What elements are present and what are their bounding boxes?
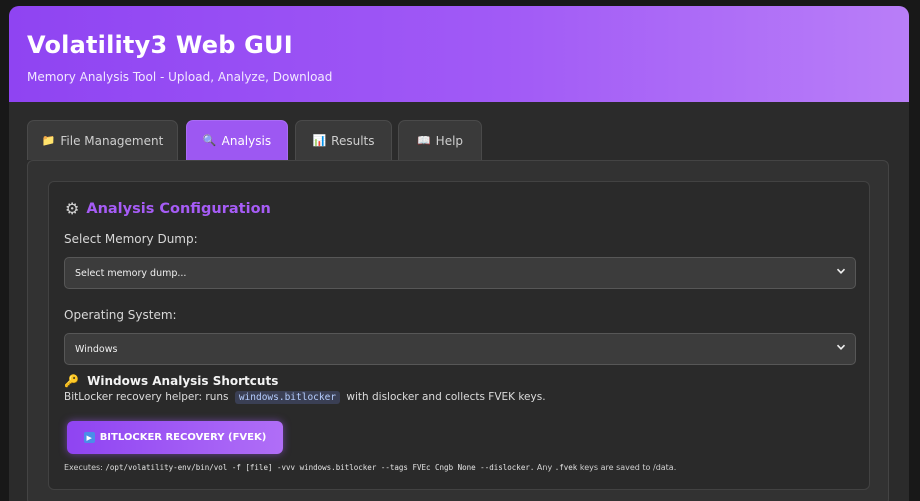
exec-command: /opt/volatility-env/bin/vol -f [file] -v… bbox=[105, 463, 535, 472]
section-title-text: Analysis Configuration bbox=[86, 200, 271, 217]
exec-mid: Any bbox=[536, 463, 553, 472]
app-window: Volatility3 Web GUI Memory Analysis Tool… bbox=[9, 6, 909, 501]
tab-label: Analysis bbox=[221, 133, 272, 148]
tab-results[interactable]: 📊 Results bbox=[295, 120, 392, 160]
tab-help[interactable]: 📖 Help bbox=[398, 120, 482, 160]
tab-label: Help bbox=[435, 133, 464, 148]
os-label: Operating System: bbox=[64, 308, 177, 322]
chart-icon: 📊 bbox=[312, 134, 327, 147]
app-title: Volatility3 Web GUI bbox=[27, 31, 293, 59]
tab-file-management[interactable]: 📁 File Management bbox=[27, 120, 178, 160]
bitlocker-description: BitLocker recovery helper: runs windows.… bbox=[64, 391, 546, 404]
exec-ext: .fvek bbox=[554, 463, 578, 472]
os-select[interactable]: Windows bbox=[64, 333, 856, 365]
analysis-panel: ⚙ Analysis Configuration Select Memory D… bbox=[27, 160, 889, 501]
chevron-down-icon bbox=[836, 342, 846, 355]
execute-note: Executes: /opt/volatility-env/bin/vol -f… bbox=[64, 463, 676, 472]
plugin-code: windows.bitlocker bbox=[234, 391, 341, 404]
key-icon: 🔑 bbox=[64, 374, 79, 388]
gear-icon: ⚙ bbox=[65, 199, 80, 218]
memory-dump-label: Select Memory Dump: bbox=[64, 232, 198, 246]
chevron-down-icon bbox=[836, 266, 846, 279]
book-icon: 📖 bbox=[416, 134, 431, 147]
magnifier-icon: 🔍 bbox=[202, 134, 217, 147]
analysis-config-card: ⚙ Analysis Configuration Select Memory D… bbox=[48, 181, 870, 490]
os-value: Windows bbox=[75, 343, 118, 355]
app-subtitle: Memory Analysis Tool - Upload, Analyze, … bbox=[27, 70, 333, 84]
tab-label: File Management bbox=[60, 133, 164, 148]
memory-dump-value: Select memory dump... bbox=[75, 267, 187, 279]
section-title: ⚙ Analysis Configuration bbox=[65, 199, 271, 218]
desc-prefix: BitLocker recovery helper: runs bbox=[64, 391, 229, 403]
play-icon: ▶ bbox=[83, 432, 95, 443]
memory-dump-select[interactable]: Select memory dump... bbox=[64, 257, 856, 289]
button-label: BITLOCKER RECOVERY (FVEK) bbox=[99, 432, 267, 443]
exec-prefix: Executes: bbox=[64, 463, 103, 472]
bitlocker-recovery-button[interactable]: ▶ BITLOCKER RECOVERY (FVEK) bbox=[67, 421, 283, 454]
folder-icon: 📁 bbox=[41, 134, 56, 147]
desc-suffix: with dislocker and collects FVEK keys. bbox=[346, 391, 546, 403]
tab-label: Results bbox=[331, 133, 375, 148]
tab-analysis[interactable]: 🔍 Analysis bbox=[186, 120, 288, 160]
exec-suffix: keys are saved to /data. bbox=[579, 463, 677, 472]
shortcuts-title: 🔑 Windows Analysis Shortcuts bbox=[64, 374, 278, 388]
app-header: Volatility3 Web GUI Memory Analysis Tool… bbox=[9, 6, 909, 102]
shortcuts-title-text: Windows Analysis Shortcuts bbox=[87, 374, 279, 388]
